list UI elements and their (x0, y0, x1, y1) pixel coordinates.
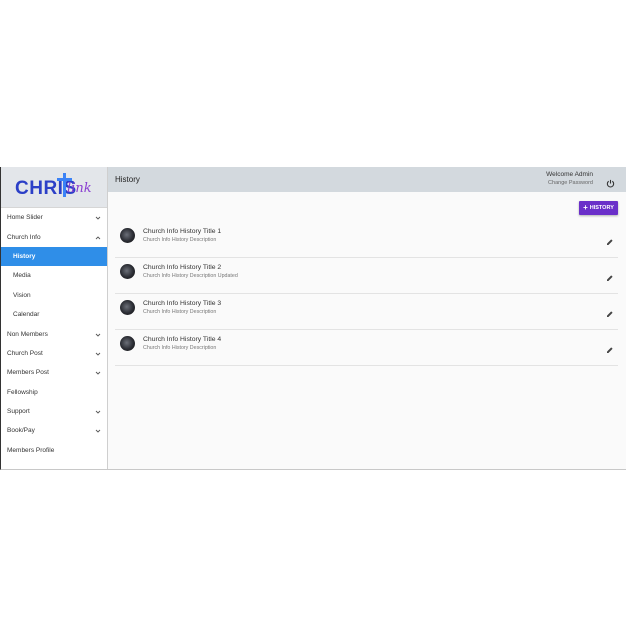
item-title: Church Info History Title 1 (143, 228, 222, 235)
sidebar-item-label: Media (13, 272, 31, 280)
list-item[interactable]: Church Info History Title 3 Church Info … (115, 294, 618, 330)
sidebar-item-support[interactable]: Support (1, 402, 107, 421)
power-icon[interactable] (606, 175, 615, 188)
sidebar-item-label: Members Post (7, 369, 49, 377)
sidebar-item-label: Book/Pay (7, 427, 35, 435)
chevron-down-icon (95, 370, 101, 375)
avatar (120, 300, 135, 315)
change-password-link[interactable]: Change Password (548, 180, 593, 186)
sidebar-item-church-post[interactable]: Church Post (1, 344, 107, 363)
avatar (120, 264, 135, 279)
item-title: Church Info History Title 4 (143, 336, 222, 343)
app-window: CHRIS link Home Slider Church Info Histo… (0, 167, 626, 470)
sidebar-item-church-info[interactable]: Church Info (1, 227, 107, 246)
chevron-down-icon (95, 332, 101, 337)
sidebar-item-calendar[interactable]: Calendar (1, 305, 107, 324)
sidebar-item-non-members[interactable]: Non Members (1, 324, 107, 343)
edit-icon[interactable] (606, 269, 614, 281)
history-list: Church Info History Title 1 Church Info … (115, 222, 618, 366)
sidebar-item-label: History (13, 252, 36, 260)
chevron-down-icon (95, 428, 101, 434)
add-history-button[interactable]: + HISTORY (579, 201, 618, 215)
sidebar-item-book-pay[interactable]: Book/Pay (1, 421, 107, 440)
item-description: Church Info History Description (143, 309, 217, 315)
sidebar-item-history[interactable]: History (1, 246, 107, 267)
sidebar-item-members-post[interactable]: Members Post (1, 363, 107, 382)
sidebar-item-label: Non Members (7, 330, 48, 338)
page-title: History (115, 175, 140, 184)
chevron-up-icon (95, 235, 101, 240)
item-title: Church Info History Title 3 (143, 300, 222, 307)
sidebar-item-vision[interactable]: Vision (1, 286, 107, 305)
welcome-text: Welcome Admin (546, 171, 593, 178)
sidebar: CHRIS link Home Slider Church Info Histo… (1, 167, 108, 469)
sidebar-item-home-slider[interactable]: Home Slider (1, 208, 107, 227)
list-item[interactable]: Church Info History Title 1 Church Info … (115, 222, 618, 258)
plus-icon: + (583, 203, 588, 212)
item-description: Church Info History Description (143, 345, 217, 351)
edit-icon[interactable] (606, 341, 614, 353)
item-description: Church Info History Description (143, 237, 217, 243)
sidebar-item-label: Church Post (7, 349, 43, 357)
avatar (120, 228, 135, 243)
chevron-down-icon (95, 215, 101, 220)
sidebar-item-label: Church Info (7, 233, 41, 241)
list-item[interactable]: Church Info History Title 4 Church Info … (115, 330, 618, 366)
sidebar-item-label: Calendar (13, 311, 40, 319)
edit-icon[interactable] (606, 305, 614, 317)
sidebar-item-fellowship[interactable]: Fellowship (1, 383, 107, 402)
list-item[interactable]: Church Info History Title 2 Church Info … (115, 258, 618, 294)
sidebar-item-label: Members Profile (7, 446, 55, 454)
chevron-down-icon (95, 351, 101, 356)
sidebar-nav: Home Slider Church Info History Media Vi… (1, 208, 107, 460)
top-bar: History Welcome Admin Change Password (108, 167, 626, 192)
sidebar-item-media[interactable]: Media (1, 266, 107, 285)
logo-script-text: link (67, 181, 92, 196)
chevron-down-icon (95, 409, 101, 414)
sidebar-item-members-profile[interactable]: Members Profile (1, 441, 107, 460)
avatar (120, 336, 135, 351)
add-history-label: HISTORY (589, 205, 614, 211)
item-description: Church Info History Description Updated (143, 273, 238, 279)
edit-icon[interactable] (606, 233, 614, 245)
sidebar-item-label: Support (7, 408, 30, 416)
sidebar-item-label: Vision (13, 291, 31, 299)
item-title: Church Info History Title 2 (143, 264, 222, 271)
sidebar-item-label: Fellowship (7, 388, 38, 396)
logo-cross-icon (63, 173, 66, 197)
main-content: + HISTORY Church Info History Title 1 Ch… (108, 192, 626, 469)
sidebar-item-label: Home Slider (7, 214, 43, 222)
brand-logo[interactable]: CHRIS link (1, 167, 107, 208)
